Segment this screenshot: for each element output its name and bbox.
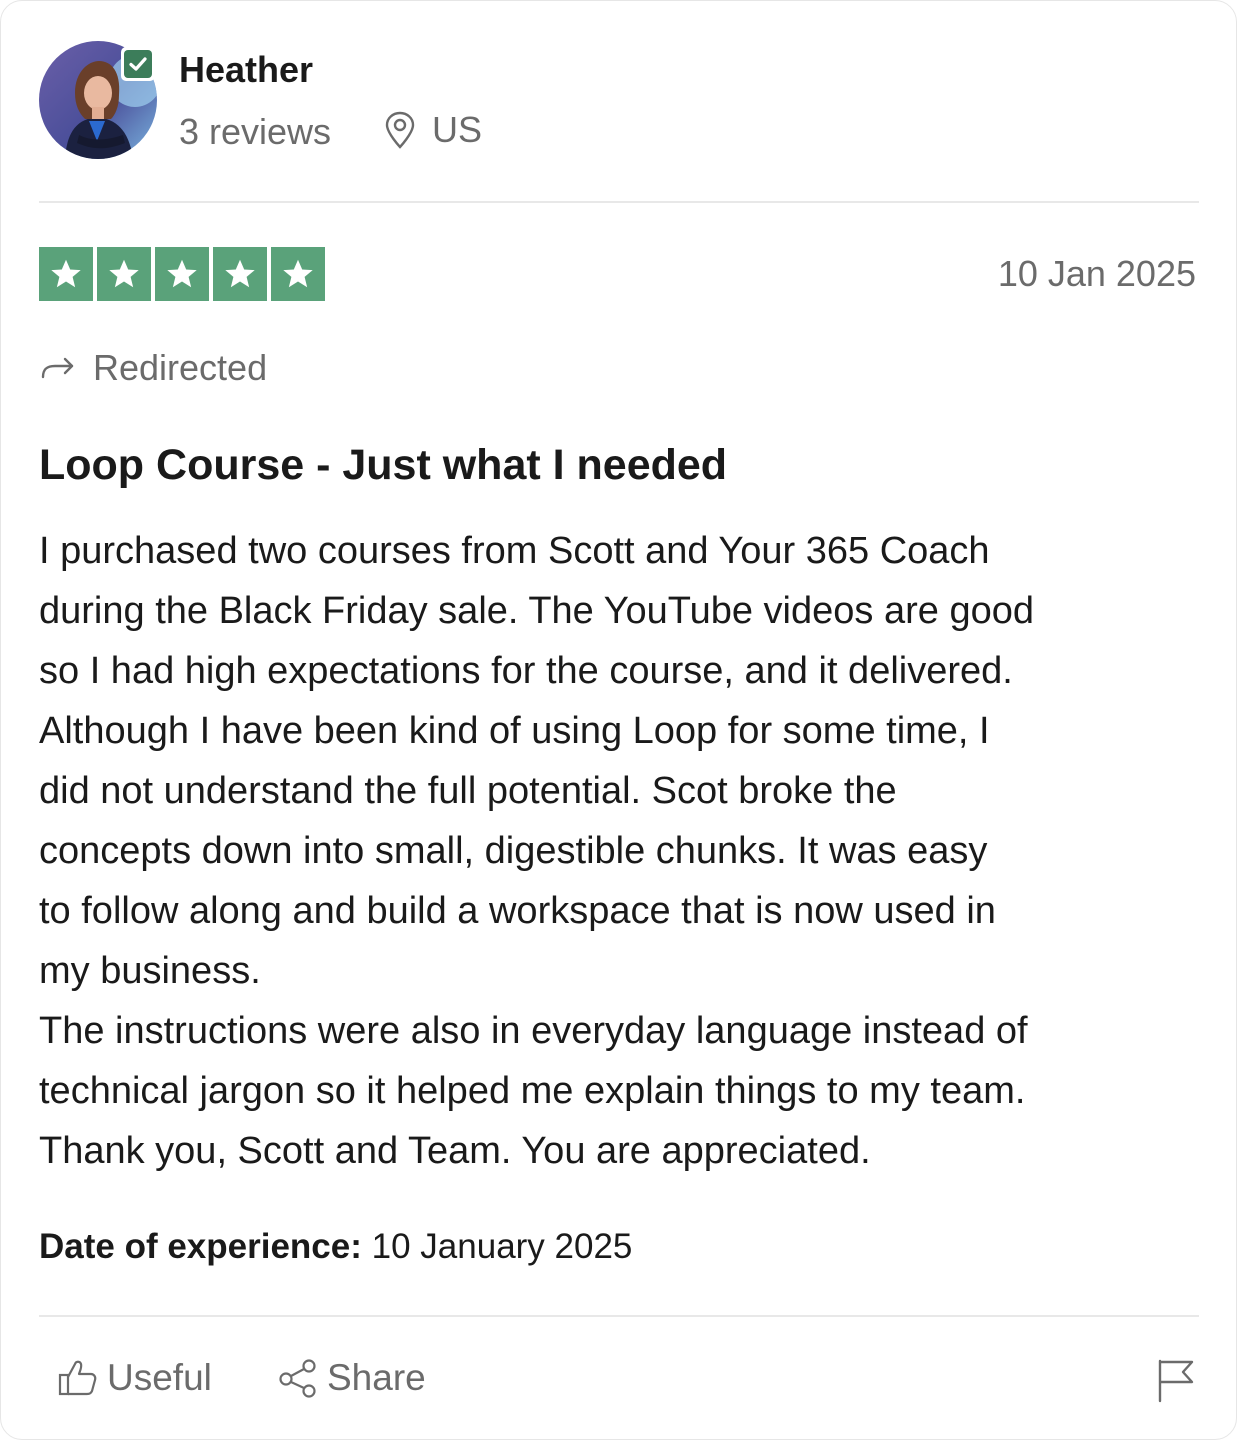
reviewer-name[interactable]: Heather (179, 49, 313, 91)
experience-label: Date of experience: (39, 1227, 362, 1266)
star-4 (213, 247, 267, 301)
header-divider (39, 201, 1199, 203)
share-icon (279, 1359, 316, 1398)
reviewer-location: US (384, 109, 482, 151)
date-of-experience: Date of experience: 10 January 2025 (39, 1227, 632, 1267)
flag-button[interactable] (1156, 1357, 1196, 1408)
redirected-badge[interactable]: Redirected (39, 347, 267, 389)
useful-button[interactable]: Useful (57, 1357, 212, 1399)
review-body-line: during the Black Friday sale. The YouTub… (39, 590, 1034, 632)
review-card: Heather 3 reviews US 10 Jan 2025 Redirec… (0, 0, 1237, 1440)
redirected-label: Redirected (93, 347, 268, 388)
location-label: US (432, 109, 483, 150)
experience-date: 10 January 2025 (371, 1227, 633, 1266)
review-date: 10 Jan 2025 (997, 253, 1196, 294)
review-body-line: I purchased two courses from Scott and Y… (39, 530, 990, 572)
star-icon (225, 259, 255, 288)
star-2 (97, 247, 151, 301)
star-3 (155, 247, 209, 301)
star-icon (283, 259, 313, 288)
verified-badge (121, 47, 155, 81)
flag-icon (1158, 1359, 1194, 1403)
review-body-line: so I had high expectations for the cours… (39, 650, 1013, 692)
review-count: 3 reviews (179, 111, 332, 152)
review-body-line: Thank you, Scott and Team. You are appre… (39, 1130, 871, 1172)
star-icon (51, 259, 81, 288)
thumbs-up-icon (58, 1360, 97, 1396)
star-5 (271, 247, 325, 301)
review-body: I purchased two courses from Scott and Y… (39, 521, 1209, 1181)
review-title[interactable]: Loop Course - Just what I needed (39, 441, 727, 490)
verified-check-icon (129, 57, 147, 71)
location-pin-icon (385, 111, 415, 149)
review-body-line: The instructions were also in everyday l… (39, 1010, 1028, 1052)
share-label: Share (327, 1357, 426, 1398)
review-body-line: technical jargon so it helped me explain… (39, 1070, 1026, 1112)
star-1 (39, 247, 93, 301)
review-body-line: concepts down into small, digestible chu… (39, 830, 988, 872)
review-body-line: my business. (39, 950, 261, 992)
useful-label: Useful (107, 1357, 212, 1398)
redirect-arrow-icon (41, 357, 74, 379)
share-button[interactable]: Share (277, 1357, 426, 1399)
star-rating (39, 247, 325, 301)
review-body-line: did not understand the full potential. S… (39, 770, 897, 812)
star-icon (167, 259, 197, 288)
review-body-line: to follow along and build a workspace th… (39, 890, 996, 932)
footer-divider (39, 1315, 1199, 1317)
review-body-line: Although I have been kind of using Loop … (39, 710, 990, 752)
star-icon (109, 259, 139, 288)
